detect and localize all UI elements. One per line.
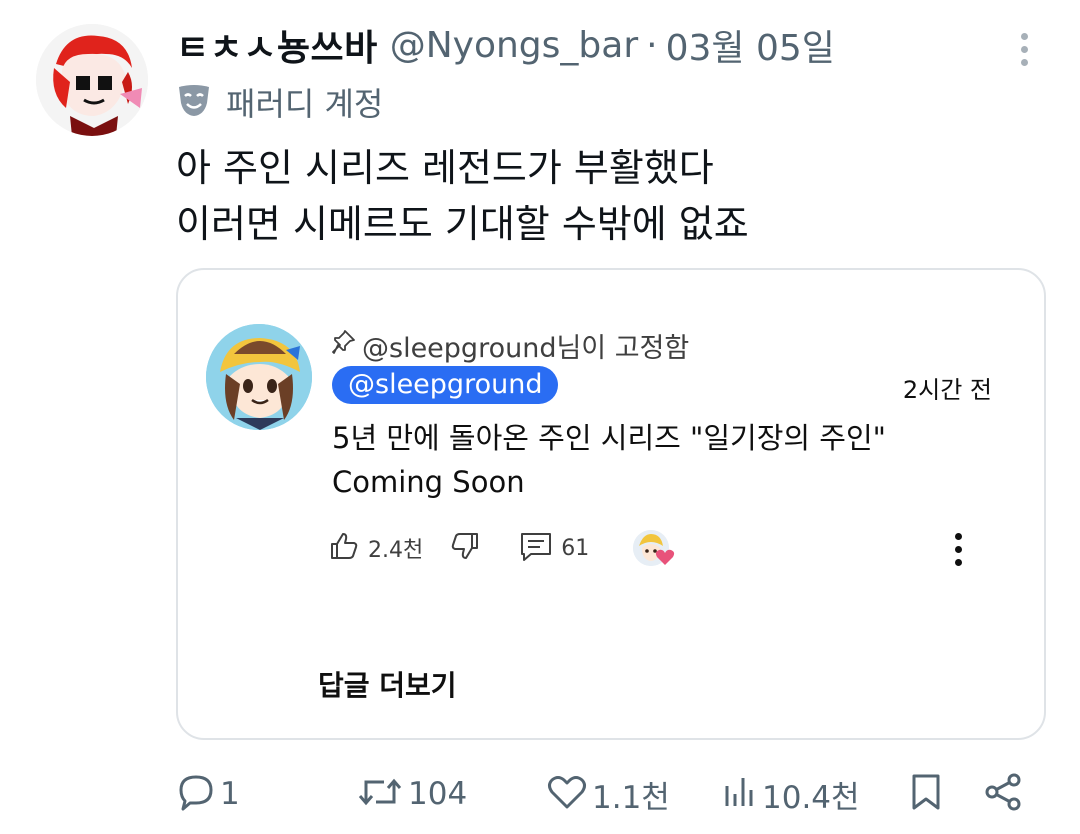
comment-reply-count: 61: [561, 535, 590, 561]
tweet-text-line: 아 주인 시리즈 레전드가 부활했다: [176, 146, 714, 190]
comment-actions: 2.4천 61: [328, 528, 675, 568]
more-vertical-icon: [954, 532, 962, 540]
retweet-icon: [356, 772, 404, 816]
pinned-text: @sleepground님이 고정함: [362, 333, 690, 364]
more-vertical-icon: [1020, 32, 1028, 40]
reply-count: 1: [220, 776, 240, 812]
comment-like-button[interactable]: 2.4천: [328, 530, 423, 566]
creator-heart-avatar: [633, 530, 675, 566]
heart-icon: [655, 548, 675, 570]
comment-text-line: 5년 만에 돌아온 주인 시리즈 "일기장의 주인": [332, 421, 886, 455]
thumbs-down-icon: [449, 530, 481, 566]
share-icon: [982, 772, 1024, 816]
like-count: 1.1천: [592, 779, 670, 816]
separator-dot: ·: [646, 24, 658, 66]
bar-chart-icon: [722, 772, 758, 816]
views-count: 10.4천: [762, 779, 860, 816]
comment-more-button[interactable]: [948, 528, 968, 570]
display-name[interactable]: ㅌㅊㅅ뇽쓰바: [176, 19, 378, 71]
pin-icon: [332, 329, 356, 362]
tweet-action-bar: 1 104 1.1천 10.4천: [0, 766, 1080, 822]
tweet-header: ㅌㅊㅅ뇽쓰바 @Nyongs_bar · 03월 05일: [176, 20, 835, 70]
like-button[interactable]: 1.1천: [546, 766, 670, 822]
retweet-count: 104: [408, 776, 468, 812]
theater-mask-icon: [176, 83, 212, 121]
tweet-text: 아 주인 시리즈 레전드가 부활했다 이러면 시메르도 기대할 수밖에 없죠: [176, 140, 1036, 252]
comment-author-chip[interactable]: @sleepground: [332, 366, 559, 404]
user-handle[interactable]: @Nyongs_bar: [390, 25, 638, 66]
account-label-text: 패러디 계정: [226, 85, 384, 123]
retweet-button[interactable]: 104: [356, 766, 467, 822]
tweet-text-line: 이러면 시메르도 기대할 수밖에 없죠: [176, 202, 749, 246]
comment-dislike-button[interactable]: [449, 530, 481, 566]
heart-icon: [546, 772, 588, 816]
comment-text-line: Coming Soon: [332, 465, 525, 499]
comment-like-count: 2.4천: [368, 538, 424, 563]
tweet-date[interactable]: 03월 05일: [666, 19, 835, 71]
embedded-image-card[interactable]: @sleepground님이 고정함 @sleepground 2시간 전 5년…: [176, 268, 1046, 740]
more-options-button[interactable]: [1004, 24, 1044, 74]
author-avatar[interactable]: [36, 24, 148, 136]
comment-time: 2시간 전: [902, 376, 992, 404]
comment-icon: [519, 530, 553, 566]
reply-button[interactable]: 1: [176, 766, 240, 822]
thumbs-up-icon: [328, 530, 360, 566]
bookmark-icon: [908, 772, 944, 816]
commenter-avatar: [206, 324, 312, 430]
reply-icon: [176, 772, 216, 816]
bookmark-button[interactable]: [908, 766, 944, 822]
parody-account-label[interactable]: 패러디 계정: [176, 80, 383, 124]
share-button[interactable]: [982, 766, 1024, 822]
pinned-indicator: @sleepground님이 고정함: [332, 326, 689, 365]
comment-reply-button[interactable]: 61: [519, 530, 589, 566]
more-replies-button[interactable]: 답글 더보기: [318, 664, 457, 704]
comment-text: 5년 만에 돌아온 주인 시리즈 "일기장의 주인" Coming Soon: [332, 416, 886, 504]
views-button[interactable]: 10.4천: [722, 766, 860, 822]
